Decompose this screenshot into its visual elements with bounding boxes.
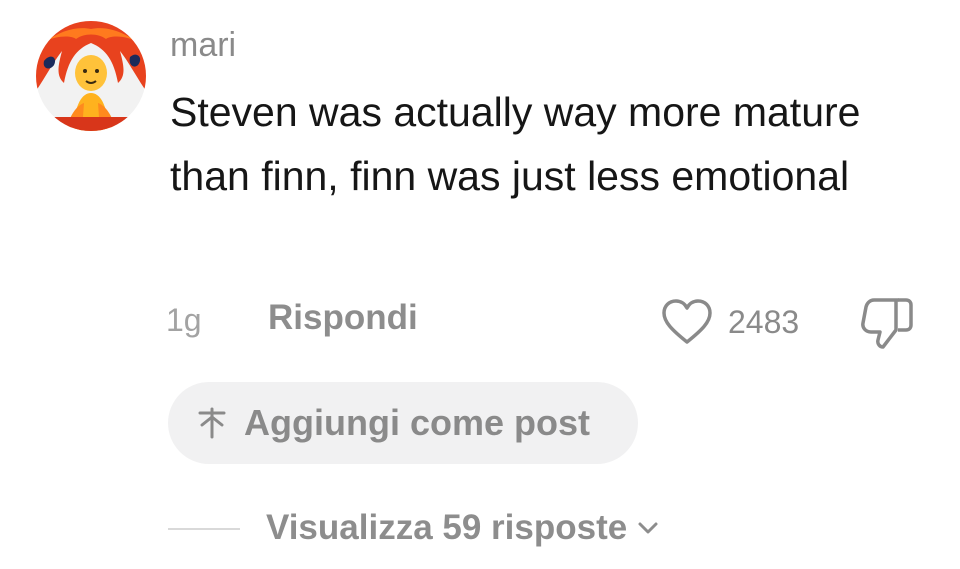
- view-replies-label: Visualizza 59 risposte: [266, 508, 628, 547]
- add-as-post-label: Aggiungi come post: [244, 402, 590, 443]
- comment-text: Steven was actually way more mature than…: [170, 89, 861, 199]
- comment-timestamp: 1g: [166, 302, 202, 338]
- sparkle-pin-icon: [198, 407, 226, 439]
- reply-button[interactable]: Rispondi: [268, 298, 418, 338]
- thumbs-down-icon[interactable]: [858, 294, 916, 350]
- view-replies-button[interactable]: Visualizza 59 risposte: [266, 508, 663, 548]
- chevron-down-icon: [638, 522, 658, 534]
- heart-outline-icon[interactable]: [660, 298, 714, 346]
- flame-princess-avatar-icon: [36, 21, 146, 131]
- avatar[interactable]: [36, 21, 146, 131]
- add-as-post-button[interactable]: Aggiungi come post: [168, 382, 638, 464]
- like-count: 2483: [728, 304, 800, 340]
- comment-username[interactable]: mari: [170, 26, 236, 65]
- replies-divider: [168, 528, 240, 530]
